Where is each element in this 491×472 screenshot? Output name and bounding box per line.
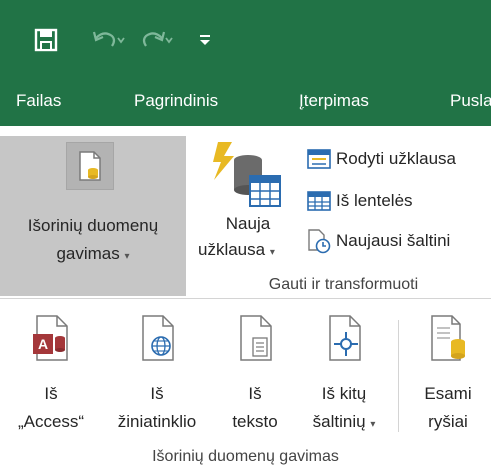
from-other-sources-label-text: šaltinių	[312, 412, 366, 431]
existing-connections-label-line1: Esami	[424, 384, 472, 403]
text-file-icon	[240, 315, 272, 361]
new-query-label-line2[interactable]: užklausa ▾	[198, 240, 275, 260]
from-other-sources-button[interactable]: Iš kitų šaltinių ▾	[298, 302, 390, 442]
from-access-label-line1: Iš	[44, 384, 58, 403]
from-access-button[interactable]: A Iš „Access“	[0, 302, 102, 442]
redo-icon	[142, 31, 173, 47]
gallery-divider	[398, 320, 399, 432]
existing-connections-button[interactable]: Esami ryšiai	[408, 302, 488, 442]
table-icon	[307, 191, 331, 211]
from-web-button[interactable]: Iš žiniatinklio	[102, 302, 212, 442]
ribbon-divider	[0, 298, 491, 299]
get-transform-group-label: Gauti ir transformuoti	[268, 276, 419, 293]
recent-sources-label: Naujausi šaltini	[336, 231, 451, 250]
external-data-icon	[79, 151, 101, 181]
from-web-label-line1: Iš	[150, 384, 164, 403]
recent-sources-icon	[308, 229, 331, 254]
external-data-button[interactable]: Išorinių duomenų gavimas ▾	[0, 136, 186, 296]
undo-icon	[92, 31, 125, 47]
from-other-sources-label-line2: šaltinių ▾	[298, 412, 390, 432]
access-icon: A	[33, 315, 68, 361]
from-table-button[interactable]: Iš lentelės	[306, 186, 413, 216]
tab-page-layout[interactable]: Pusla	[450, 76, 491, 126]
undo-button[interactable]	[92, 22, 126, 58]
from-text-button[interactable]: Iš teksto	[212, 302, 298, 442]
tab-file[interactable]: Failas	[16, 76, 61, 126]
chevron-down-icon: ▾	[269, 247, 275, 258]
customize-toolbar-button[interactable]	[198, 22, 216, 58]
show-queries-label: Rodyti užklausa	[336, 149, 457, 168]
tab-home[interactable]: Pagrindinis	[134, 76, 218, 126]
existing-connections-icon	[431, 315, 465, 361]
from-access-label-line2: „Access“	[17, 412, 85, 431]
from-table-label: Iš lentelės	[336, 191, 413, 210]
from-other-sources-label-line1: Iš kitų	[321, 384, 367, 403]
customize-arrow-icon	[200, 35, 210, 45]
chevron-down-icon: ▾	[370, 419, 376, 430]
existing-connections-label-line2: ryšiai	[428, 412, 468, 431]
from-web-label-line2: žiniatinklio	[117, 412, 197, 431]
new-query-icon	[213, 142, 281, 207]
external-data-dropdown: A Iš „Access“ Iš žiniatinklio Iš teksto …	[0, 302, 491, 472]
new-query-button[interactable]	[212, 140, 284, 210]
external-data-group-label: Išorinių duomenų gavimas	[152, 448, 339, 465]
tab-insert[interactable]: Įterpimas	[299, 76, 369, 126]
recent-sources-button[interactable]: Naujausi šaltini	[306, 226, 450, 256]
new-query-label-line1: Nauja	[225, 214, 271, 233]
redo-button[interactable]	[140, 22, 174, 58]
external-data-icon-frame	[66, 142, 114, 190]
save-button[interactable]	[34, 22, 62, 58]
external-data-label-line1: Išorinių duomenų	[27, 216, 159, 235]
chevron-down-icon: ▾	[124, 251, 130, 262]
external-data-label-text: gavimas	[56, 244, 120, 263]
show-queries-button[interactable]: Rodyti užklausa	[306, 144, 456, 174]
globe-icon	[142, 315, 174, 361]
other-sources-icon	[329, 315, 361, 361]
new-query-label-text: užklausa	[198, 240, 266, 259]
external-data-label-line2: gavimas ▾	[0, 244, 186, 264]
title-bar	[0, 0, 491, 76]
from-text-label-line2: teksto	[232, 412, 278, 431]
show-queries-icon	[307, 149, 331, 169]
ribbon-tabs: Failas Pagrindinis Įterpimas Pusla	[0, 76, 491, 126]
save-icon	[34, 28, 58, 52]
tab-insert-rest: terpimas	[303, 91, 369, 110]
ribbon-data-tab: Išorinių duomenų gavimas ▾ Nauja užklaus…	[0, 126, 491, 302]
svg-text:A: A	[38, 336, 48, 352]
from-text-label-line1: Iš	[248, 384, 262, 403]
